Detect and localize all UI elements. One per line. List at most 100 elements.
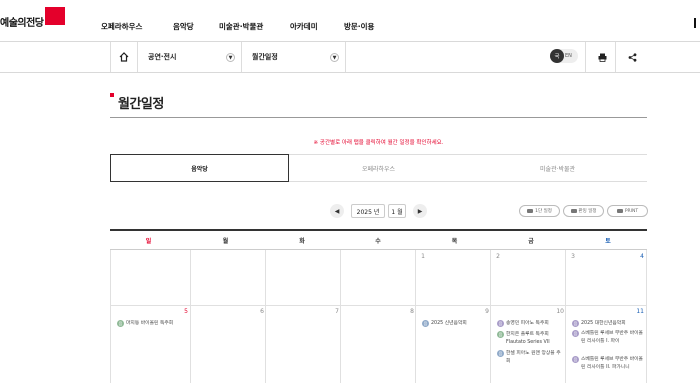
lang-en: EN bbox=[565, 53, 572, 59]
calendar-event[interactable]: 음 2025 대한신년음악회 bbox=[572, 320, 644, 328]
chevron-right-icon: ▶ bbox=[413, 204, 427, 218]
print-icon bbox=[598, 53, 607, 62]
event-title: 한셀 피아노 원맨 앙상블 주회 bbox=[506, 351, 561, 364]
print-icon bbox=[616, 209, 623, 213]
grid-line bbox=[110, 250, 111, 383]
calendar-event[interactable]: 음 한셀 피아노 원맨 앙상블 주회 bbox=[497, 350, 563, 365]
event-badge: 음 bbox=[117, 320, 124, 327]
prev-month-button[interactable]: ◀ bbox=[330, 204, 344, 218]
weekday-fri: 금 bbox=[493, 229, 569, 250]
site-logo[interactable]: 예술의전당 bbox=[0, 7, 65, 31]
language-toggle[interactable]: 국 EN bbox=[550, 49, 578, 63]
event-badge: 음 bbox=[422, 320, 429, 327]
grid-line bbox=[565, 250, 566, 383]
event-badge: 음 bbox=[497, 320, 504, 327]
day-number: 9 bbox=[485, 308, 489, 315]
day-number: 8 bbox=[410, 308, 414, 315]
weekday-tue: 화 bbox=[264, 229, 340, 250]
calendar-event[interactable]: 음 송영민 피아노 독주회 bbox=[497, 320, 563, 328]
tab-concert-hall[interactable]: 음악당 bbox=[110, 154, 289, 182]
weekday-sun: 일 bbox=[110, 229, 187, 250]
logo-mark bbox=[44, 7, 65, 25]
weekday-sat: 토 bbox=[569, 229, 647, 250]
print-icon bbox=[527, 209, 534, 213]
nav-opera-house[interactable]: 오페라하우스 bbox=[101, 21, 142, 32]
event-title: 2025 신년음악회 bbox=[431, 321, 467, 326]
menu-icon[interactable] bbox=[694, 18, 696, 28]
day-number: 5 bbox=[184, 308, 188, 315]
home-icon bbox=[119, 52, 129, 62]
day-number: 11 bbox=[636, 308, 644, 315]
nav-concert-hall[interactable]: 음악당 bbox=[173, 21, 194, 32]
event-title: 스베틀린 루세브 무반주 바이올린 리사이틀 II. 파가니니 bbox=[581, 357, 643, 370]
calendar-event[interactable]: 음 스베틀린 루세브 무반주 바이올린 리사이틀 II. 파가니니 bbox=[572, 356, 644, 371]
print-label: PRINT bbox=[624, 208, 639, 214]
nav-academy[interactable]: 아카데미 bbox=[290, 21, 318, 32]
sub-navigation: 공연·전시 ▼ 월간일정 ▼ 국 EN bbox=[0, 42, 700, 73]
breadcrumb-page[interactable]: 월간일정 ▼ bbox=[242, 42, 346, 72]
notice-text: ※ 공간별로 아래 탭을 클릭하여 월간 일정을 확인하세요. bbox=[313, 140, 444, 146]
day-number: 10 bbox=[556, 308, 564, 315]
event-title: 스베틀린 루세브 무반주 바이올린 리사이틀 I. 파이 bbox=[581, 331, 643, 344]
share-button[interactable] bbox=[615, 42, 649, 72]
tab-opera-house[interactable]: 오페라하우스 bbox=[289, 154, 468, 182]
grid-line bbox=[490, 250, 491, 383]
event-title: 한지은 플루트 독주회 Flautato Series VII bbox=[506, 332, 550, 345]
grid-view-label: 판밍 일정 bbox=[578, 209, 597, 214]
grid-view-button[interactable]: 판밍 일정 bbox=[563, 205, 604, 217]
day-number: 7 bbox=[335, 308, 339, 315]
grid-line bbox=[415, 250, 416, 383]
event-title: 마지동 바이올린 독주회 bbox=[126, 321, 174, 326]
tab-museum[interactable]: 미술관·박물관 bbox=[468, 154, 647, 182]
day-number: 3 bbox=[571, 253, 575, 260]
day-number: 2 bbox=[496, 253, 500, 260]
day-number: 6 bbox=[260, 308, 264, 315]
breadcrumb-page-label: 월간일정 bbox=[252, 53, 278, 61]
print-icon bbox=[570, 209, 577, 213]
title-divider bbox=[110, 117, 647, 118]
calendar-event[interactable]: 음 마지동 바이올린 독주회 bbox=[117, 320, 189, 328]
logo-text: 예술의전당 bbox=[0, 17, 44, 29]
weekday-mon: 월 bbox=[187, 229, 264, 250]
grid-line bbox=[190, 250, 191, 383]
event-badge: 음 bbox=[572, 356, 579, 363]
grid-line bbox=[265, 250, 266, 383]
event-badge: 음 bbox=[497, 331, 504, 338]
venue-tabs: 음악당 오페라하우스 미술관·박물관 bbox=[110, 154, 647, 182]
calendar-event[interactable]: 음 스베틀린 루세브 무반주 바이올린 리사이틀 I. 파이 bbox=[572, 330, 644, 345]
weekday-wed: 수 bbox=[340, 229, 416, 250]
home-button[interactable] bbox=[110, 42, 138, 72]
chevron-down-icon: ▼ bbox=[330, 53, 339, 62]
global-header: 예술의전당 오페라하우스 음악당 미술관·박물관 아카데미 방문·이용 bbox=[0, 0, 700, 42]
event-title: 송영민 피아노 독주회 bbox=[506, 321, 549, 326]
event-badge: 음 bbox=[497, 350, 504, 357]
breadcrumb-category-label: 공연·전시 bbox=[148, 53, 177, 61]
weekday-thu: 목 bbox=[416, 229, 493, 250]
day-number: 1 bbox=[421, 253, 425, 260]
nav-museum[interactable]: 미술관·박물관 bbox=[219, 21, 263, 32]
grid-line bbox=[340, 250, 341, 383]
share-icon bbox=[628, 52, 637, 62]
event-title: 2025 대한신년음악회 bbox=[581, 321, 626, 326]
print-calendar-button[interactable]: PRINT bbox=[607, 205, 648, 217]
event-badge: 음 bbox=[572, 330, 579, 337]
page-title: 월간일정 bbox=[118, 97, 164, 112]
monthly-calendar: 일 월 화 수 목 금 토 1 2 3 4 5 6 7 8 9 10 11 음 … bbox=[110, 229, 647, 383]
year-select[interactable]: 2025 년 bbox=[351, 204, 385, 218]
grid-line bbox=[646, 250, 647, 383]
month-select[interactable]: 1 월 bbox=[388, 204, 406, 218]
next-month-button[interactable]: ▶ bbox=[413, 204, 427, 218]
print-button[interactable] bbox=[585, 42, 619, 72]
event-badge: 음 bbox=[572, 320, 579, 327]
day-number: 4 bbox=[640, 253, 644, 260]
chevron-left-icon: ◀ bbox=[330, 204, 344, 218]
calendar-event[interactable]: 음 한지은 플루트 독주회 Flautato Series VII bbox=[497, 331, 563, 346]
nav-visit[interactable]: 방문·이용 bbox=[344, 21, 374, 32]
lang-ko: 국 bbox=[550, 49, 564, 63]
grid-line bbox=[110, 305, 647, 306]
list-view-label: 1단 일정 bbox=[535, 209, 552, 214]
breadcrumb-category[interactable]: 공연·전시 ▼ bbox=[138, 42, 242, 72]
title-accent bbox=[110, 93, 114, 97]
calendar-event[interactable]: 음 2025 신년음악회 bbox=[422, 320, 488, 328]
list-view-button[interactable]: 1단 일정 bbox=[519, 205, 560, 217]
